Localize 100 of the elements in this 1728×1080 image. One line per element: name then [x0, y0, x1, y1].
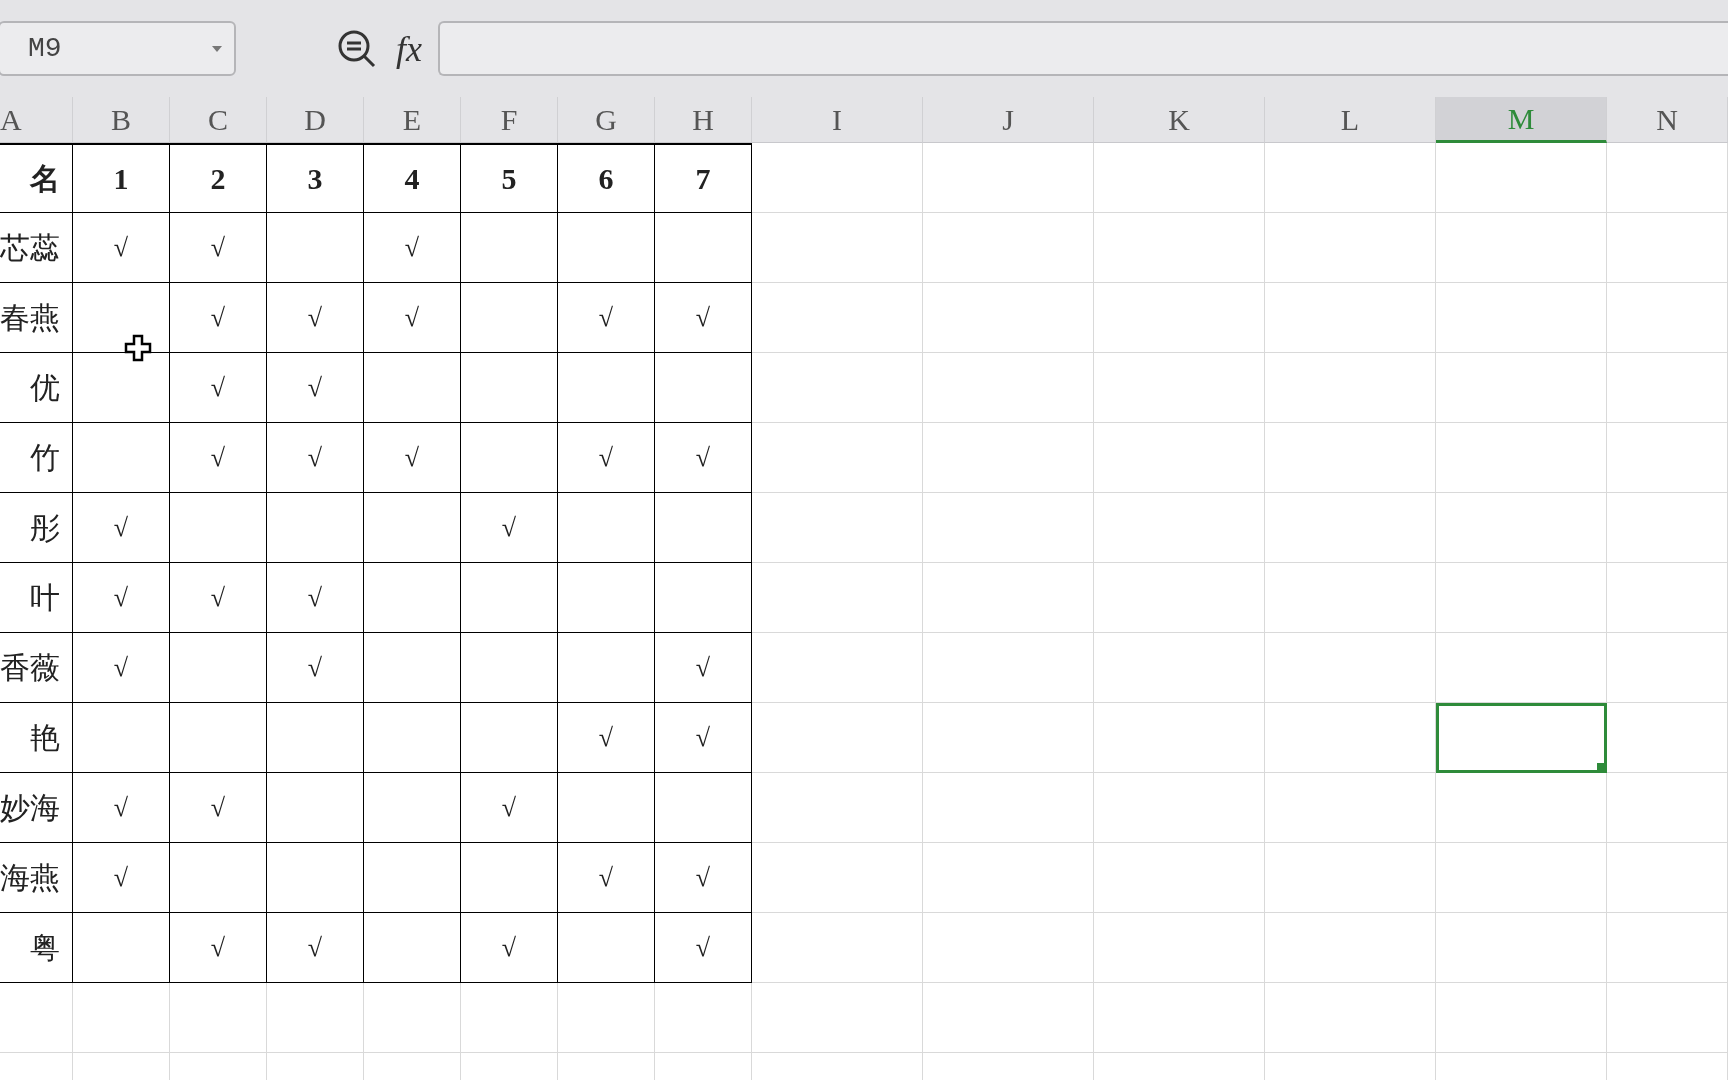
- table-cell[interactable]: √: [364, 213, 461, 283]
- table-cell[interactable]: [558, 493, 655, 563]
- name-cell[interactable]: 春燕: [0, 283, 73, 353]
- table-cell[interactable]: √: [655, 913, 752, 983]
- column-header[interactable]: B: [73, 97, 170, 143]
- name-cell[interactable]: 艳: [0, 703, 73, 773]
- table-cell[interactable]: √: [558, 423, 655, 493]
- table-cell[interactable]: √: [170, 773, 267, 843]
- table-cell[interactable]: [73, 913, 170, 983]
- table-cell[interactable]: [461, 703, 558, 773]
- table-cell[interactable]: [558, 913, 655, 983]
- table-cell[interactable]: √: [170, 283, 267, 353]
- table-cell[interactable]: √: [655, 283, 752, 353]
- table-cell[interactable]: [461, 283, 558, 353]
- column-header[interactable]: K: [1094, 97, 1265, 143]
- table-cell[interactable]: [364, 843, 461, 913]
- table-cell[interactable]: [364, 773, 461, 843]
- table-cell[interactable]: [170, 493, 267, 563]
- table-cell[interactable]: √: [73, 773, 170, 843]
- table-cell[interactable]: [655, 563, 752, 633]
- formula-input[interactable]: [438, 21, 1728, 76]
- table-cell[interactable]: [170, 703, 267, 773]
- name-cell[interactable]: 叶: [0, 563, 73, 633]
- table-cell[interactable]: √: [655, 703, 752, 773]
- table-cell[interactable]: [461, 423, 558, 493]
- name-cell[interactable]: 优: [0, 353, 73, 423]
- table-cell[interactable]: [558, 353, 655, 423]
- table-cell[interactable]: √: [170, 423, 267, 493]
- table-cell[interactable]: √: [558, 703, 655, 773]
- table-cell[interactable]: √: [73, 633, 170, 703]
- column-header[interactable]: D: [267, 97, 364, 143]
- column-header[interactable]: I: [752, 97, 923, 143]
- table-cell[interactable]: √: [461, 773, 558, 843]
- table-cell[interactable]: [558, 773, 655, 843]
- table-cell[interactable]: √: [655, 843, 752, 913]
- table-cell[interactable]: √: [655, 423, 752, 493]
- table-cell[interactable]: [558, 213, 655, 283]
- table-cell[interactable]: 6: [558, 143, 655, 213]
- table-cell[interactable]: [364, 703, 461, 773]
- table-cell[interactable]: [170, 633, 267, 703]
- name-cell[interactable]: 竹: [0, 423, 73, 493]
- table-cell[interactable]: [655, 353, 752, 423]
- column-header[interactable]: N: [1607, 97, 1728, 143]
- table-cell[interactable]: [170, 843, 267, 913]
- column-header[interactable]: J: [923, 97, 1094, 143]
- table-cell[interactable]: √: [558, 843, 655, 913]
- name-cell[interactable]: 名: [0, 143, 73, 213]
- table-cell[interactable]: 5: [461, 143, 558, 213]
- table-cell[interactable]: √: [170, 353, 267, 423]
- table-cell[interactable]: [655, 773, 752, 843]
- table-cell[interactable]: 7: [655, 143, 752, 213]
- table-cell[interactable]: [558, 563, 655, 633]
- table-cell[interactable]: √: [655, 633, 752, 703]
- table-cell[interactable]: [655, 493, 752, 563]
- name-cell[interactable]: 彤: [0, 493, 73, 563]
- table-cell[interactable]: 2: [170, 143, 267, 213]
- table-cell[interactable]: √: [170, 563, 267, 633]
- table-cell[interactable]: [461, 633, 558, 703]
- table-cell[interactable]: 1: [73, 143, 170, 213]
- table-cell[interactable]: [267, 493, 364, 563]
- table-cell[interactable]: √: [73, 493, 170, 563]
- table-cell[interactable]: √: [558, 283, 655, 353]
- table-cell[interactable]: 3: [267, 143, 364, 213]
- name-cell[interactable]: 芯蕊: [0, 213, 73, 283]
- table-cell[interactable]: [267, 703, 364, 773]
- table-cell[interactable]: √: [170, 213, 267, 283]
- table-cell[interactable]: √: [364, 283, 461, 353]
- name-cell[interactable]: 海燕: [0, 843, 73, 913]
- table-cell[interactable]: [461, 563, 558, 633]
- table-cell[interactable]: [267, 773, 364, 843]
- table-cell[interactable]: √: [170, 913, 267, 983]
- name-cell[interactable]: 妙海: [0, 773, 73, 843]
- table-cell[interactable]: [461, 353, 558, 423]
- table-cell[interactable]: [461, 213, 558, 283]
- table-cell[interactable]: √: [461, 493, 558, 563]
- column-header[interactable]: G: [558, 97, 655, 143]
- table-cell[interactable]: √: [364, 423, 461, 493]
- table-cell[interactable]: √: [73, 563, 170, 633]
- table-cell[interactable]: 4: [364, 143, 461, 213]
- table-cell[interactable]: √: [73, 213, 170, 283]
- table-cell[interactable]: √: [73, 843, 170, 913]
- table-cell[interactable]: [364, 563, 461, 633]
- table-cell[interactable]: [364, 633, 461, 703]
- column-header[interactable]: E: [364, 97, 461, 143]
- name-cell[interactable]: 香薇: [0, 633, 73, 703]
- table-cell[interactable]: [73, 703, 170, 773]
- table-cell[interactable]: [364, 493, 461, 563]
- table-cell[interactable]: √: [461, 913, 558, 983]
- table-cell[interactable]: [364, 913, 461, 983]
- table-cell[interactable]: [655, 213, 752, 283]
- table-cell[interactable]: [267, 213, 364, 283]
- selected-cell[interactable]: [1436, 703, 1607, 773]
- table-cell[interactable]: [461, 843, 558, 913]
- column-header[interactable]: A: [0, 97, 73, 143]
- table-cell[interactable]: √: [267, 353, 364, 423]
- table-cell[interactable]: [558, 633, 655, 703]
- table-cell[interactable]: √: [267, 563, 364, 633]
- table-cell[interactable]: [267, 843, 364, 913]
- table-cell[interactable]: [364, 353, 461, 423]
- table-cell[interactable]: [73, 423, 170, 493]
